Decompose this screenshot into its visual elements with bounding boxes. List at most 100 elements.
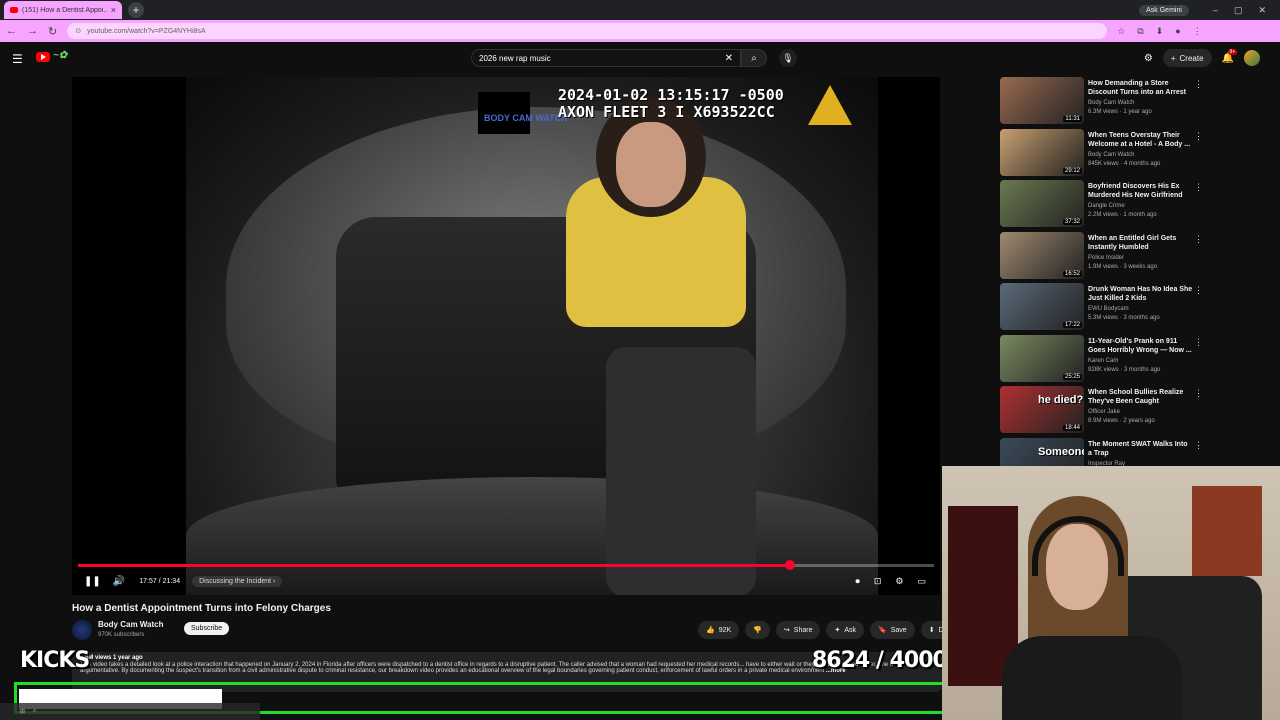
search-input[interactable]: 2026 new rap music ✕ (471, 49, 741, 67)
thumbnail-text: he died? (1038, 394, 1084, 406)
address-bar[interactable]: ⊙ youtube.com/watch?v=PZG4NYHi8sA (67, 23, 1108, 39)
pause-icon[interactable]: ❚❚ (84, 576, 101, 587)
video-player[interactable]: BODY CAM WATCH 2024-01-02 13:15:17 -0500… (72, 77, 940, 595)
clear-search-icon[interactable]: ✕ (725, 53, 733, 64)
ask-label: Ask (844, 626, 857, 634)
chapter-button[interactable]: Discussing the Incident › (192, 575, 283, 587)
recommended-video[interactable]: 16:52 When an Entitled Girl Gets Instantl… (1000, 231, 1270, 280)
recommended-video[interactable]: 17:22 Drunk Woman Has No Idea She Just Ki… (1000, 283, 1270, 331)
channel-name[interactable]: Police Insider (1088, 255, 1124, 261)
progress-bar[interactable] (78, 560, 934, 570)
plus-icon: + (1170, 53, 1176, 63)
more-options-icon[interactable]: ⋮ (1194, 79, 1203, 90)
channel-name[interactable]: Officer Jake (1088, 409, 1120, 415)
youtube-favicon-icon (10, 7, 18, 13)
extensions-icon[interactable]: ⧉ (1137, 26, 1143, 37)
more-options-icon[interactable]: ⋮ (1194, 182, 1203, 193)
forward-icon[interactable]: → (27, 25, 38, 37)
more-options-icon[interactable]: ⋮ (1194, 337, 1203, 348)
youtube-logo-icon[interactable] (36, 52, 50, 62)
progress-scrubber[interactable] (785, 560, 795, 570)
like-button[interactable]: 👍 92K (698, 621, 740, 639)
recommended-video[interactable]: 11:31 How Demanding a Store Discount Turn… (1000, 77, 1270, 125)
dislike-button[interactable]: 👎 (745, 621, 770, 639)
minimize-icon[interactable]: – (1213, 5, 1218, 16)
video-thumbnail[interactable]: he died? 18:44 (1000, 386, 1084, 433)
channel-avatar[interactable] (72, 620, 92, 640)
video-thumbnail[interactable]: 37:32 (1000, 180, 1084, 227)
channel-name[interactable]: Karen Cam (1088, 358, 1118, 364)
more-options-icon[interactable]: ⋮ (1194, 440, 1203, 451)
channel-name[interactable]: EWU Bodycam (1088, 306, 1129, 312)
player-controls: ❚❚ 🔊 17:57 / 21:34 Discussing the Incide… (72, 571, 940, 591)
channel-name[interactable]: Dangle Crime (1088, 203, 1125, 209)
video-frame[interactable]: BODY CAM WATCH 2024-01-02 13:15:17 -0500… (186, 77, 878, 595)
like-count: 92K (718, 626, 732, 634)
more-options-icon[interactable]: ⋮ (1194, 388, 1203, 399)
screen: (151) How a Dentist Appoi... × + Ask Gem… (0, 0, 1280, 720)
video-thumbnail[interactable]: 25:25 (1000, 334, 1084, 382)
youtube-doodle-logo[interactable]: ~✿ (53, 50, 67, 61)
windows-start-icon[interactable]: ⊞ (20, 708, 25, 715)
video-title-link[interactable]: Drunk Woman Has No Idea She Just Killed … (1088, 285, 1193, 303)
channel-name[interactable]: Body Cam Watch (1088, 152, 1134, 158)
account-avatar[interactable] (1244, 50, 1260, 66)
maximize-icon[interactable]: ▢ (1234, 5, 1243, 16)
subscribe-button[interactable]: Subscribe (184, 622, 230, 635)
video-title-link[interactable]: 11-Year-Old's Prank on 911 Goes Horribly… (1088, 337, 1193, 355)
subtitles-icon[interactable]: ⊡ (874, 576, 882, 587)
kicks-overlay-label: KICKS (20, 648, 90, 673)
more-options-icon[interactable]: ⋮ (1194, 234, 1203, 245)
tab-close-icon[interactable]: × (111, 5, 116, 15)
menu-icon[interactable]: ⋮ (1193, 26, 1202, 37)
kicks-goal-counter: 8624 / 40000 (812, 648, 962, 673)
profile-icon[interactable]: ● (1175, 26, 1180, 37)
video-scene-person-face (616, 122, 686, 207)
ask-button[interactable]: ✦ Ask (826, 621, 865, 639)
video-title-link[interactable]: When School Bullies Realize They've Been… (1088, 388, 1193, 406)
volume-icon[interactable]: 🔊 (113, 576, 125, 587)
video-thumbnail[interactable]: 17:22 (1000, 283, 1084, 330)
download-icon[interactable]: ⬇ (1156, 26, 1164, 37)
video-title: How a Dentist Appointment Turns into Fel… (72, 603, 331, 614)
video-title-link[interactable]: The Moment SWAT Walks Into a Trap (1088, 440, 1193, 458)
more-options-icon[interactable]: ⋮ (1194, 131, 1203, 142)
share-button[interactable]: ↪ Share (775, 621, 821, 639)
video-thumbnail[interactable]: 11:31 (1000, 77, 1084, 124)
close-window-icon[interactable]: ✕ (1258, 5, 1266, 16)
taskbar-search-icon[interactable]: ⌕ (33, 708, 36, 715)
bookmark-star-icon[interactable]: ☆ (1117, 26, 1125, 37)
site-info-icon[interactable]: ⊙ (75, 27, 81, 35)
save-button[interactable]: 🔖 Save (870, 621, 915, 639)
more-options-icon[interactable]: ⋮ (1194, 285, 1203, 296)
browser-tab[interactable]: (151) How a Dentist Appoi... × (4, 1, 122, 19)
video-title-link[interactable]: Boyfriend Discovers His Ex Murdered His … (1088, 182, 1193, 200)
video-title-link[interactable]: How Demanding a Store Discount Turns int… (1088, 79, 1193, 97)
channel-name[interactable]: Body Cam Watch (1088, 100, 1134, 106)
video-title-link[interactable]: When Teens Overstay Their Welcome at a H… (1088, 131, 1193, 149)
ask-gemini-button[interactable]: Ask Gemini (1139, 4, 1189, 16)
recommended-video[interactable]: 37:32 Boyfriend Discovers His Ex Murdered… (1000, 180, 1270, 228)
miniplayer-icon[interactable]: ▭ (917, 576, 926, 587)
recommended-video[interactable]: he died? 18:44 When School Bullies Realize… (1000, 386, 1270, 434)
video-scene-person-legs (606, 347, 756, 595)
notifications-button[interactable]: 🔔 9+ (1222, 48, 1238, 64)
new-tab-button[interactable]: + (128, 2, 144, 18)
views-and-date: 2.8M views 1 year ago (80, 655, 143, 661)
video-thumbnail[interactable]: 16:52 (1000, 231, 1084, 279)
hamburger-menu-icon[interactable]: ☰ (12, 52, 23, 66)
settings-icon[interactable]: ⚙ (895, 576, 903, 587)
video-title-link[interactable]: When an Entitled Girl Gets Instantly Hum… (1088, 234, 1193, 252)
video-thumbnail[interactable]: 29:12 (1000, 128, 1084, 176)
reload-icon[interactable]: ↻ (48, 25, 57, 38)
create-button[interactable]: + Create (1162, 49, 1212, 67)
bodycam-timestamp: 2024-01-02 13:15:17 -0500 (558, 86, 784, 104)
cast-icon[interactable]: ⚙ (1144, 53, 1153, 64)
recommended-video[interactable]: 25:25 11-Year-Old's Prank on 911 Goes Hor… (1000, 334, 1270, 383)
voice-search-button[interactable]: 🎙 (779, 49, 797, 67)
recommended-video[interactable]: 29:12 When Teens Overstay Their Welcome a… (1000, 128, 1270, 177)
autoplay-toggle-icon[interactable]: ⏺ (855, 576, 860, 587)
channel-name[interactable]: Body Cam Watch (98, 620, 164, 629)
back-icon[interactable]: ← (6, 25, 17, 37)
search-button[interactable]: ⌕ (741, 49, 767, 67)
